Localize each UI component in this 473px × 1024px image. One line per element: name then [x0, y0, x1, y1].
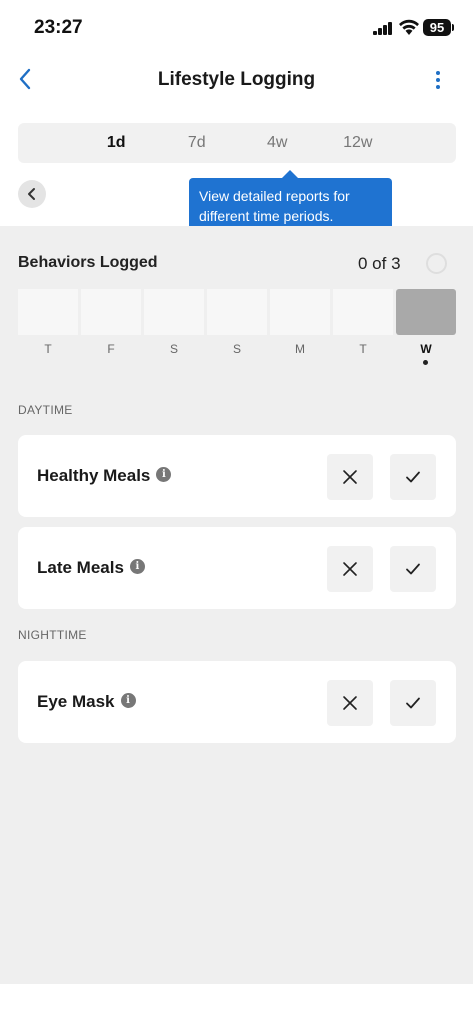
period-tab-7d[interactable]: 7d — [157, 123, 238, 163]
close-icon — [343, 696, 357, 710]
behaviors-title: Behaviors Logged — [18, 254, 158, 271]
progress-ring-icon — [426, 253, 447, 274]
bottom-safe-area — [0, 984, 473, 1024]
day-label: T — [44, 342, 52, 356]
day-label: T — [359, 342, 367, 356]
wifi-icon — [399, 19, 419, 35]
checkmark-icon — [406, 471, 420, 483]
mark-no-button[interactable] — [327, 546, 373, 592]
status-bar: 23:27 95 — [0, 0, 473, 56]
day-box[interactable] — [144, 289, 204, 335]
checkmark-icon — [406, 697, 420, 709]
section-label-nighttime: NIGHTTIME — [18, 628, 87, 642]
behavior-name: Healthy Meals — [37, 466, 151, 485]
day-label-today: W — [420, 342, 432, 356]
status-time: 23:27 — [34, 17, 83, 38]
mark-no-button[interactable] — [327, 454, 373, 500]
behaviors-count: 0 of 3 — [358, 254, 401, 273]
checkmark-icon — [406, 563, 420, 575]
close-icon — [343, 470, 357, 484]
section-label-daytime: DAYTIME — [18, 403, 73, 417]
day-box-today[interactable] — [396, 289, 456, 335]
day-box[interactable] — [81, 289, 141, 335]
more-vertical-icon — [428, 71, 448, 89]
week-day-grid — [18, 289, 456, 337]
behavior-name: Eye Mask — [37, 692, 115, 711]
behavior-card-late-meals: Late Meals i — [18, 527, 456, 609]
period-tab-12w[interactable]: 12w — [318, 123, 399, 163]
previous-date-button[interactable] — [18, 180, 46, 208]
info-icon[interactable]: i — [129, 559, 145, 575]
info-icon[interactable]: i — [120, 693, 136, 709]
page-title: Lifestyle Logging — [157, 69, 316, 90]
today-indicator-dot — [423, 360, 428, 365]
behavior-label: Healthy Meals i — [37, 466, 172, 486]
day-label: M — [295, 342, 305, 356]
behavior-card-eye-mask: Eye Mask i — [18, 661, 456, 743]
behaviors-panel: Behaviors Logged 0 of 3 T F S S M T W DA… — [0, 226, 473, 984]
day-box[interactable] — [333, 289, 393, 335]
period-tab-1d[interactable]: 1d — [76, 123, 157, 163]
day-box[interactable] — [18, 289, 78, 335]
behavior-label: Late Meals i — [37, 558, 145, 578]
mark-no-button[interactable] — [327, 680, 373, 726]
behavior-label: Eye Mask i — [37, 692, 136, 712]
day-box[interactable] — [270, 289, 330, 335]
week-day-labels: T F S S M T W — [18, 342, 456, 356]
behavior-card-healthy-meals: Healthy Meals i — [18, 435, 456, 517]
day-box[interactable] — [207, 289, 267, 335]
day-label: S — [169, 342, 178, 356]
period-tab-4w[interactable]: 4w — [237, 123, 318, 163]
mark-yes-button[interactable] — [390, 454, 436, 500]
battery-indicator: 95 — [423, 19, 454, 36]
more-options-button[interactable] — [428, 68, 448, 94]
chevron-left-icon — [28, 188, 35, 200]
day-label: F — [107, 342, 115, 356]
nav-header: Lifestyle Logging — [0, 56, 473, 106]
info-icon[interactable]: i — [156, 467, 172, 483]
behavior-name: Late Meals — [37, 558, 124, 577]
cellular-signal-icon — [373, 22, 393, 35]
close-icon — [343, 562, 357, 576]
period-selector: 1d 7d 4w 12w — [18, 123, 456, 163]
mark-yes-button[interactable] — [390, 546, 436, 592]
day-label: S — [232, 342, 241, 356]
mark-yes-button[interactable] — [390, 680, 436, 726]
